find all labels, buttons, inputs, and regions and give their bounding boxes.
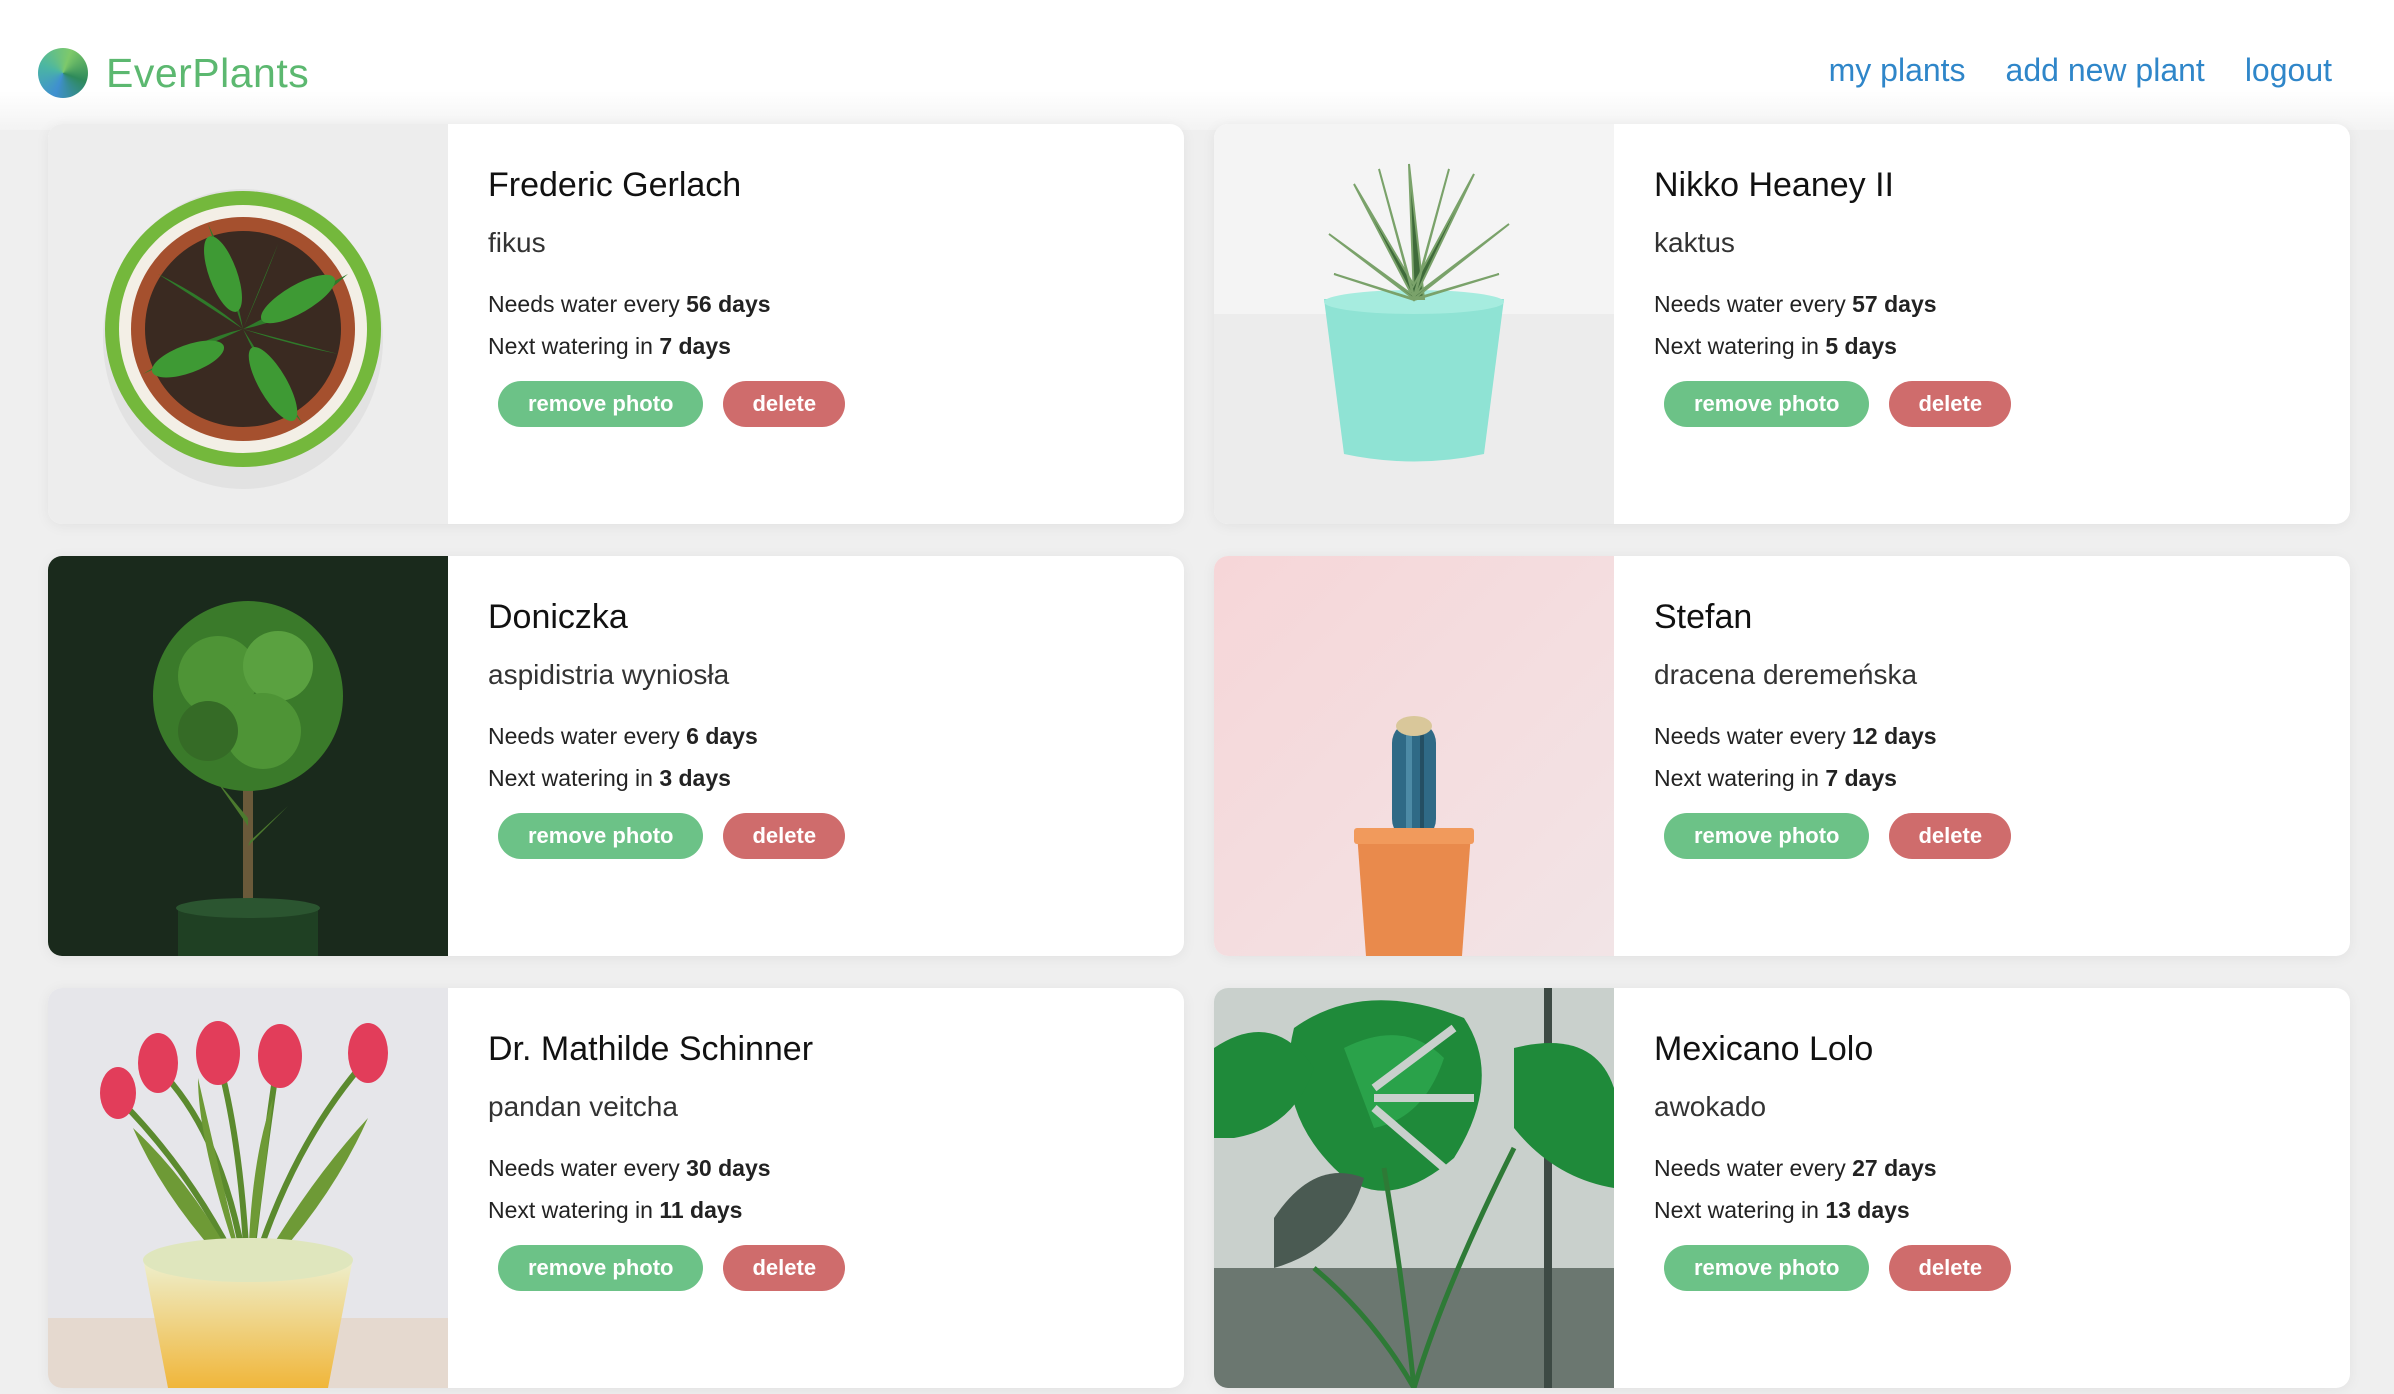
potted-plant-topdown-photo-icon	[48, 124, 448, 524]
plant-name: Frederic Gerlach	[488, 166, 742, 204]
next-watering: Next watering in 7 days	[1654, 765, 1897, 791]
plant-card: Frederic Gerlach fikus Needs water every…	[48, 124, 1184, 524]
plant-photo	[48, 556, 448, 956]
water-frequency: Needs water every 56 days	[488, 291, 771, 317]
plant-species: pandan veitcha	[488, 1091, 678, 1122]
delete-button[interactable]: delete	[723, 1245, 846, 1291]
plant-card: Doniczka aspidistria wyniosła Needs wate…	[48, 556, 1184, 956]
water-frequency: Needs water every 57 days	[1654, 291, 1937, 317]
nav-add-new-plant-link[interactable]: add new plant	[2006, 52, 2205, 89]
card-actions: remove photo delete	[1664, 381, 2350, 427]
plant-photo	[1214, 988, 1614, 1388]
brand-name: EverPlants	[106, 49, 310, 96]
plant-name: Stefan	[1654, 598, 1753, 636]
nav-my-plants-link[interactable]: my plants	[1829, 52, 1966, 89]
plant-card: Dr. Mathilde Schinner pandan veitcha Nee…	[48, 988, 1184, 1388]
plant-info: Frederic Gerlach fikus Needs water every…	[448, 124, 1184, 524]
plant-name: Mexicano Lolo	[1654, 1030, 1874, 1068]
plant-info: Stefan dracena deremeńska Needs water ev…	[1614, 556, 2350, 956]
plant-info: Doniczka aspidistria wyniosła Needs wate…	[448, 556, 1184, 956]
card-actions: remove photo delete	[1664, 1245, 2350, 1291]
plant-info: Dr. Mathilde Schinner pandan veitcha Nee…	[448, 988, 1184, 1388]
delete-button[interactable]: delete	[1889, 1245, 2012, 1291]
next-watering: Next watering in 5 days	[1654, 333, 1897, 359]
plant-name: Dr. Mathilde Schinner	[488, 1030, 814, 1068]
remove-photo-button[interactable]: remove photo	[1664, 381, 1870, 427]
plant-name: Doniczka	[488, 598, 628, 636]
plant-name: Nikko Heaney II	[1654, 166, 1894, 204]
nav-logout-link[interactable]: logout	[2245, 52, 2332, 89]
next-watering: Next watering in 11 days	[488, 1197, 743, 1223]
next-watering: Next watering in 13 days	[1654, 1197, 1910, 1223]
plant-card: Mexicano Lolo awokado Needs water every …	[1214, 988, 2350, 1388]
plant-species: kaktus	[1654, 227, 1735, 258]
plant-info: Mexicano Lolo awokado Needs water every …	[1614, 988, 2350, 1388]
delete-button[interactable]: delete	[1889, 381, 2012, 427]
remove-photo-button[interactable]: remove photo	[498, 1245, 704, 1291]
cactus-orange-pot-photo-icon	[1214, 556, 1614, 956]
card-actions: remove photo delete	[498, 1245, 1184, 1291]
plant-card: Nikko Heaney II kaktus Needs water every…	[1214, 124, 2350, 524]
plant-species: fikus	[488, 227, 546, 258]
water-frequency: Needs water every 6 days	[488, 723, 758, 749]
monstera-leaves-photo-icon	[1214, 988, 1614, 1388]
plant-info: Nikko Heaney II kaktus Needs water every…	[1614, 124, 2350, 524]
everplants-logo-icon	[38, 48, 88, 98]
remove-photo-button[interactable]: remove photo	[498, 813, 704, 859]
water-frequency: Needs water every 30 days	[488, 1155, 771, 1181]
brand[interactable]: EverPlants	[38, 48, 309, 98]
plant-species: dracena deremeńska	[1654, 659, 1918, 690]
remove-photo-button[interactable]: remove photo	[498, 381, 704, 427]
tulips-yellow-pot-photo-icon	[48, 988, 448, 1388]
plant-photo	[48, 124, 448, 524]
plant-species: aspidistria wyniosła	[488, 659, 730, 690]
plant-photo	[48, 988, 448, 1388]
succulent-mint-pot-photo-icon	[1214, 124, 1614, 524]
plant-photo	[1214, 124, 1614, 524]
water-frequency: Needs water every 12 days	[1654, 723, 1937, 749]
water-frequency: Needs water every 27 days	[1654, 1155, 1937, 1181]
plant-photo	[1214, 556, 1614, 956]
plant-card: Stefan dracena deremeńska Needs water ev…	[1214, 556, 2350, 956]
plant-species: awokado	[1654, 1091, 1767, 1122]
top-bar: EverPlants my plants add new plant logou…	[0, 0, 2394, 130]
next-watering: Next watering in 7 days	[488, 333, 731, 359]
delete-button[interactable]: delete	[723, 813, 846, 859]
topiary-tree-photo-icon	[48, 556, 448, 956]
card-actions: remove photo delete	[498, 813, 1184, 859]
remove-photo-button[interactable]: remove photo	[1664, 813, 1870, 859]
main-nav: my plants add new plant logout	[1829, 52, 2332, 89]
remove-photo-button[interactable]: remove photo	[1664, 1245, 1870, 1291]
card-actions: remove photo delete	[498, 381, 1184, 427]
next-watering: Next watering in 3 days	[488, 765, 731, 791]
delete-button[interactable]: delete	[723, 381, 846, 427]
card-actions: remove photo delete	[1664, 813, 2350, 859]
delete-button[interactable]: delete	[1889, 813, 2012, 859]
plant-grid: Frederic Gerlach fikus Needs water every…	[48, 124, 2350, 1388]
